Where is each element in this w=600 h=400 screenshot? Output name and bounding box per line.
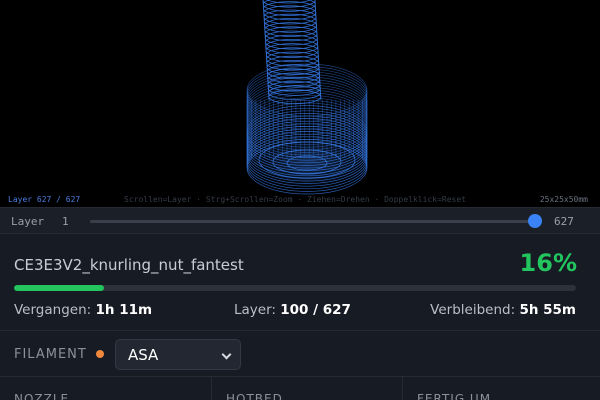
chevron-down-icon — [221, 349, 232, 360]
filament-color-dot — [96, 350, 104, 358]
elapsed-value: 1h 11m — [95, 302, 153, 318]
progress-fill — [14, 285, 104, 291]
filament-row: FILAMENT ASA — [0, 330, 600, 376]
hotbed-card-title: HOTBED — [226, 392, 283, 400]
layer-stat: Layer: 100 / 627 — [234, 302, 351, 318]
finish-time-card-title: FERTIG UM — [417, 392, 492, 400]
status-cards: NOZZLE HOTBED FERTIG UM — [0, 376, 600, 400]
progress-bar — [14, 285, 576, 291]
gcode-preview — [246, 0, 368, 195]
remaining-value: 5h 55m — [519, 302, 576, 318]
filament-select-value: ASA — [128, 346, 159, 364]
model-dimensions: 25x25x50mm — [539, 195, 588, 204]
layer-slider-thumb[interactable] — [528, 214, 542, 228]
controls-hint: Scrollen=Layer · Strg+Scrollen=Zoom · Zi… — [124, 195, 466, 204]
elapsed-stat: Vergangen: 1h 11m — [14, 302, 152, 318]
filament-label: FILAMENT — [14, 347, 87, 362]
nozzle-card-title: NOZZLE — [14, 392, 70, 400]
layer-stat-value: 100 / 627 — [280, 302, 351, 318]
remaining-label: Verbleibend: — [430, 302, 516, 318]
layer-slider-max: 627 — [554, 215, 574, 228]
layer-slider-track[interactable] — [90, 220, 536, 223]
nozzle-card: NOZZLE — [0, 377, 211, 400]
print-job-panel: CE3E3V2_knurling_nut_fantest 16% Vergang… — [0, 235, 600, 330]
hotbed-card: HOTBED — [211, 377, 402, 400]
job-filename: CE3E3V2_knurling_nut_fantest — [14, 256, 244, 274]
model-viewer[interactable]: Layer 627 / 627 Scrollen=Layer · Strg+Sc… — [0, 0, 600, 207]
remaining-stat: Verbleibend: 5h 55m — [430, 302, 576, 318]
layer-slider-label: Layer — [11, 215, 45, 228]
layer-slider-row: Layer 1 627 — [0, 207, 600, 234]
layer-readout: Layer 627 / 627 — [8, 195, 81, 204]
job-percent: 16% — [519, 249, 577, 277]
elapsed-label: Vergangen: — [14, 302, 92, 318]
finish-time-card: FERTIG UM — [402, 377, 600, 400]
filament-select[interactable]: ASA — [115, 339, 241, 370]
layer-slider-min: 1 — [62, 215, 69, 228]
layer-stat-label: Layer: — [234, 302, 276, 318]
